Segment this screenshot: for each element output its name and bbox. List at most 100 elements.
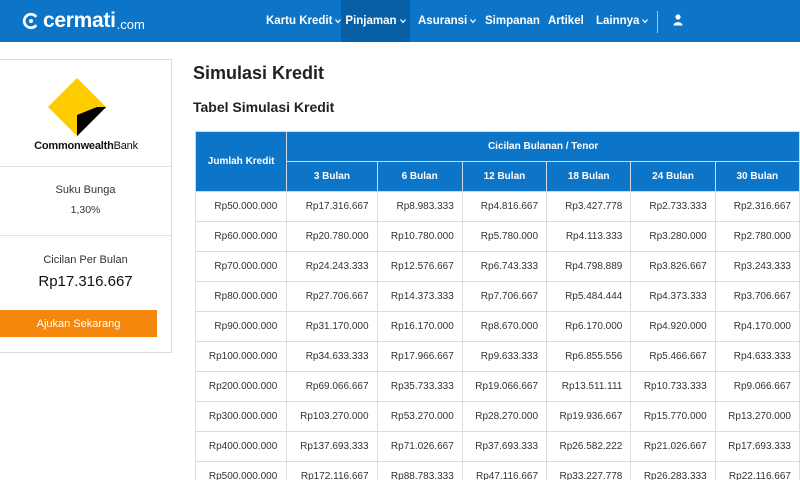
monthly-installment-cell: Rp10.733.333 — [630, 371, 716, 402]
monthly-installment-cell: Rp15.770.000 — [630, 401, 716, 432]
top-navbar: cermati .com Kartu Kredit Pinjaman Asura… — [0, 0, 800, 42]
loan-amount-cell: Rp90.000.000 — [194, 311, 288, 342]
bank-name: CommonwealthBank — [0, 140, 172, 152]
cermati-logo[interactable]: cermati .com — [22, 9, 145, 33]
monthly-installment-cell: Rp21.026.667 — [630, 431, 716, 462]
loan-amount-cell: Rp70.000.000 — [194, 251, 288, 282]
monthly-installment-cell: Rp53.270.000 — [376, 401, 463, 432]
monthly-installment-cell: Rp17.693.333 — [714, 431, 800, 462]
monthly-installment-cell: Rp3.826.667 — [630, 251, 716, 282]
table-row: Rp300.000.000 Rp103.270.000 Rp53.270.000 Rp… — [194, 401, 800, 432]
nav-lainnya[interactable]: Lainnya — [596, 0, 649, 42]
nav-label: Pinjaman — [345, 15, 397, 27]
monthly-installment-cell: Rp5.780.000 — [461, 221, 548, 252]
table-row: Rp200.000.000 Rp69.066.667 Rp35.733.333 Rp1… — [194, 371, 800, 402]
bank-logo-area: CommonwealthBank — [0, 60, 171, 167]
monthly-installment-cell: Rp88.783.333 — [376, 461, 463, 480]
table-row: Rp60.000.000 Rp20.780.000 Rp10.780.000 Rp5.… — [194, 221, 800, 252]
monthly-installment-cell: Rp19.066.667 — [461, 371, 548, 402]
monthly-installment-cell: Rp35.733.333 — [376, 371, 463, 402]
monthly-installment-cell: Rp103.270.000 — [286, 401, 378, 432]
monthly-installment-cell: Rp71.026.667 — [376, 431, 463, 462]
monthly-installment-cell: Rp37.693.333 — [461, 431, 548, 462]
monthly-installment-cell: Rp9.633.333 — [461, 341, 548, 372]
monthly-installment-cell: Rp26.582.222 — [546, 431, 632, 462]
monthly-installment-cell: Rp13.511.111 — [546, 371, 632, 402]
nav-asuransi[interactable]: Asuransi — [418, 0, 477, 42]
table-row: Rp90.000.000 Rp31.170.000 Rp16.170.000 Rp8.… — [194, 311, 800, 342]
chevron-down-icon — [470, 19, 477, 24]
loan-amount-cell: Rp500.000.000 — [194, 461, 288, 480]
monthly-installment-cell: Rp4.816.667 — [461, 191, 548, 222]
monthly-installment-cell: Rp17.316.667 — [286, 191, 378, 222]
tenor-header: 24 Bulan — [630, 161, 716, 192]
loan-amount-cell: Rp300.000.000 — [194, 401, 288, 432]
monthly-installment-cell: Rp47.116.667 — [461, 461, 548, 480]
monthly-installment-cell: Rp3.280.000 — [630, 221, 716, 252]
monthly-installment-cell: Rp8.983.333 — [376, 191, 463, 222]
nav-label: Asuransi — [418, 15, 468, 27]
user-icon[interactable] — [673, 14, 683, 26]
monthly-installment-cell: Rp24.243.333 — [286, 251, 378, 282]
monthly-installment-cell: Rp2.733.333 — [630, 191, 716, 222]
table-row: Rp80.000.000 Rp27.706.667 Rp14.373.333 Rp7.… — [194, 281, 800, 312]
bank-name-bold: Commonwealth — [34, 140, 114, 152]
monthly-installment-cell: Rp28.270.000 — [461, 401, 548, 432]
monthly-installment-cell: Rp31.170.000 — [286, 311, 378, 342]
loan-amount-cell: Rp80.000.000 — [194, 281, 288, 312]
monthly-installment-cell: Rp4.798.889 — [546, 251, 632, 282]
amount-column-header: Jumlah Kredit — [194, 131, 288, 192]
chevron-down-icon — [642, 19, 649, 24]
bank-name-rest: Bank — [113, 140, 138, 152]
commonwealth-bank-logo-icon — [48, 78, 106, 136]
table-row: Rp100.000.000 Rp34.633.333 Rp17.966.667 Rp9… — [194, 341, 800, 372]
monthly-installment-cell: Rp137.693.333 — [286, 431, 378, 462]
logo-domain: .com — [116, 16, 145, 32]
nav-artikel[interactable]: Artikel — [548, 0, 584, 42]
monthly-payment-box: Cicilan Per Bulan Rp17.316.667 — [0, 236, 171, 290]
monthly-installment-cell: Rp8.670.000 — [461, 311, 548, 342]
monthly-installment-cell: Rp5.484.444 — [546, 281, 632, 312]
monthly-installment-cell: Rp6.743.333 — [461, 251, 548, 282]
tenor-header: 6 Bulan — [376, 161, 463, 192]
product-card: CommonwealthBank Suku Bunga 1,30% Cicila… — [0, 59, 172, 353]
monthly-payment-value: Rp17.316.667 — [38, 273, 133, 290]
monthly-installment-cell: Rp3.706.667 — [714, 281, 800, 312]
table-body: Rp50.000.000 Rp17.316.667 Rp8.983.333 Rp4.8… — [194, 191, 800, 480]
monthly-installment-cell: Rp3.243.333 — [714, 251, 800, 282]
nav-simpanan[interactable]: Simpanan — [485, 0, 540, 42]
table-row: Rp70.000.000 Rp24.243.333 Rp12.576.667 Rp6.… — [194, 251, 800, 282]
table-title: Tabel Simulasi Kredit — [193, 99, 335, 115]
monthly-installment-cell: Rp22.116.667 — [714, 461, 800, 480]
monthly-installment-cell: Rp16.170.000 — [376, 311, 463, 342]
monthly-installment-cell: Rp26.283.333 — [630, 461, 716, 480]
monthly-installment-cell: Rp34.633.333 — [286, 341, 378, 372]
nav-kartu-kredit[interactable]: Kartu Kredit — [258, 0, 349, 42]
monthly-installment-cell: Rp12.576.667 — [376, 251, 463, 282]
tenor-header: 18 Bulan — [546, 161, 632, 192]
cermati-logo-icon — [22, 12, 37, 30]
monthly-installment-cell: Rp172.116.667 — [286, 461, 378, 480]
monthly-installment-cell: Rp13.270.000 — [714, 401, 800, 432]
interest-rate-value: 1,30% — [70, 204, 101, 216]
tenor-header: 3 Bulan — [286, 161, 378, 192]
nav-label: Lainnya — [596, 15, 640, 27]
monthly-installment-cell: Rp19.936.667 — [546, 401, 632, 432]
monthly-payment-label: Cicilan Per Bulan — [43, 254, 128, 266]
monthly-installment-cell: Rp4.633.333 — [714, 341, 800, 372]
nav-label: Simpanan — [485, 15, 540, 27]
monthly-installment-cell: Rp4.113.333 — [546, 221, 632, 252]
monthly-installment-cell: Rp69.066.667 — [286, 371, 378, 402]
apply-now-button[interactable]: Ajukan Sekarang — [0, 310, 157, 337]
table-row: Rp400.000.000 Rp137.693.333 Rp71.026.667 Rp… — [194, 431, 800, 462]
monthly-installment-cell: Rp17.966.667 — [376, 341, 463, 372]
loan-amount-cell: Rp100.000.000 — [194, 341, 288, 372]
monthly-installment-cell: Rp5.466.667 — [630, 341, 716, 372]
nav-label: Kartu Kredit — [266, 15, 333, 27]
nav-pinjaman[interactable]: Pinjaman — [341, 0, 410, 42]
monthly-installment-cell: Rp4.373.333 — [630, 281, 716, 312]
loan-amount-cell: Rp200.000.000 — [194, 371, 288, 402]
interest-rate-box: Suku Bunga 1,30% — [0, 167, 171, 236]
credit-simulation-table: Jumlah Kredit Cicilan Bulanan / Tenor 3 … — [194, 131, 800, 480]
logo-text: cermati — [43, 9, 116, 32]
